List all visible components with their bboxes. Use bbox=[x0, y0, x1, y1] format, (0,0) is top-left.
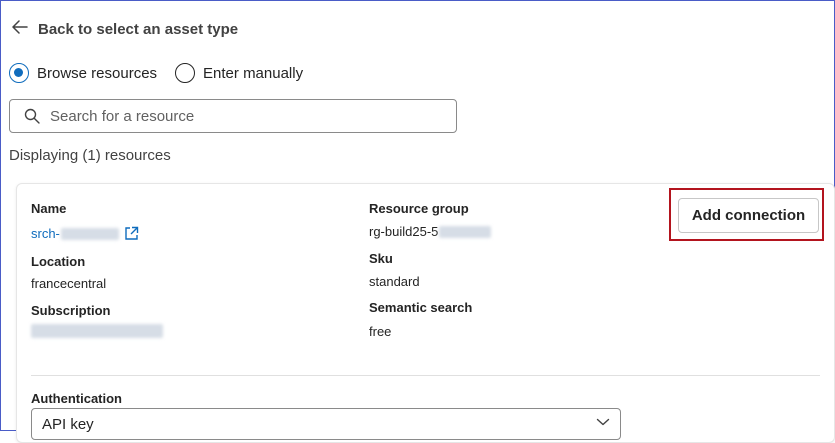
search-icon bbox=[24, 108, 40, 124]
section-divider bbox=[31, 375, 820, 376]
sku-label: Sku bbox=[369, 251, 393, 266]
open-external-icon[interactable] bbox=[124, 226, 139, 241]
mode-radio-group: Browse resources Enter manually bbox=[9, 63, 321, 83]
search-input[interactable] bbox=[48, 106, 432, 126]
semantic-search-value: free bbox=[369, 324, 392, 339]
radio-indicator-manual[interactable] bbox=[175, 63, 196, 83]
redacted-resource-group bbox=[439, 225, 492, 238]
add-connection-button[interactable]: Add connection bbox=[678, 198, 819, 233]
radio-label-manual: Enter manually bbox=[203, 64, 304, 82]
results-count: Displaying (1) resources bbox=[9, 147, 171, 164]
radio-enter-manually[interactable]: Enter manually bbox=[175, 63, 303, 83]
location-value: francecentral bbox=[31, 276, 107, 291]
radio-label-browse: Browse resources bbox=[37, 64, 158, 82]
name-label: Name bbox=[31, 201, 67, 216]
location-label: Location bbox=[31, 254, 86, 269]
arrow-left-icon bbox=[12, 20, 28, 39]
back-link[interactable]: Back to select an asset type bbox=[12, 20, 238, 39]
resource-group-value: rg-build25-5 bbox=[369, 224, 439, 239]
resource-name-link[interactable]: srch- bbox=[31, 226, 139, 241]
authentication-dropdown[interactable]: API key bbox=[31, 408, 621, 440]
chevron-down-icon bbox=[596, 417, 610, 427]
radio-browse-resources[interactable]: Browse resources bbox=[9, 63, 157, 83]
resource-group-label: Resource group bbox=[369, 201, 469, 216]
back-label: Back to select an asset type bbox=[38, 21, 239, 38]
redacted-subscription bbox=[31, 324, 163, 338]
authentication-selected: API key bbox=[42, 415, 94, 433]
semantic-search-label: Semantic search bbox=[369, 300, 473, 315]
search-box[interactable] bbox=[9, 99, 457, 133]
radio-indicator-browse[interactable] bbox=[9, 63, 29, 83]
redacted-name bbox=[60, 227, 119, 240]
resource-group-value-wrap: rg-build25-5 bbox=[369, 224, 492, 239]
subscription-label: Subscription bbox=[31, 303, 111, 318]
authentication-label: Authentication bbox=[31, 391, 122, 406]
sku-value: standard bbox=[369, 274, 420, 289]
resource-name-text: srch- bbox=[31, 226, 60, 241]
